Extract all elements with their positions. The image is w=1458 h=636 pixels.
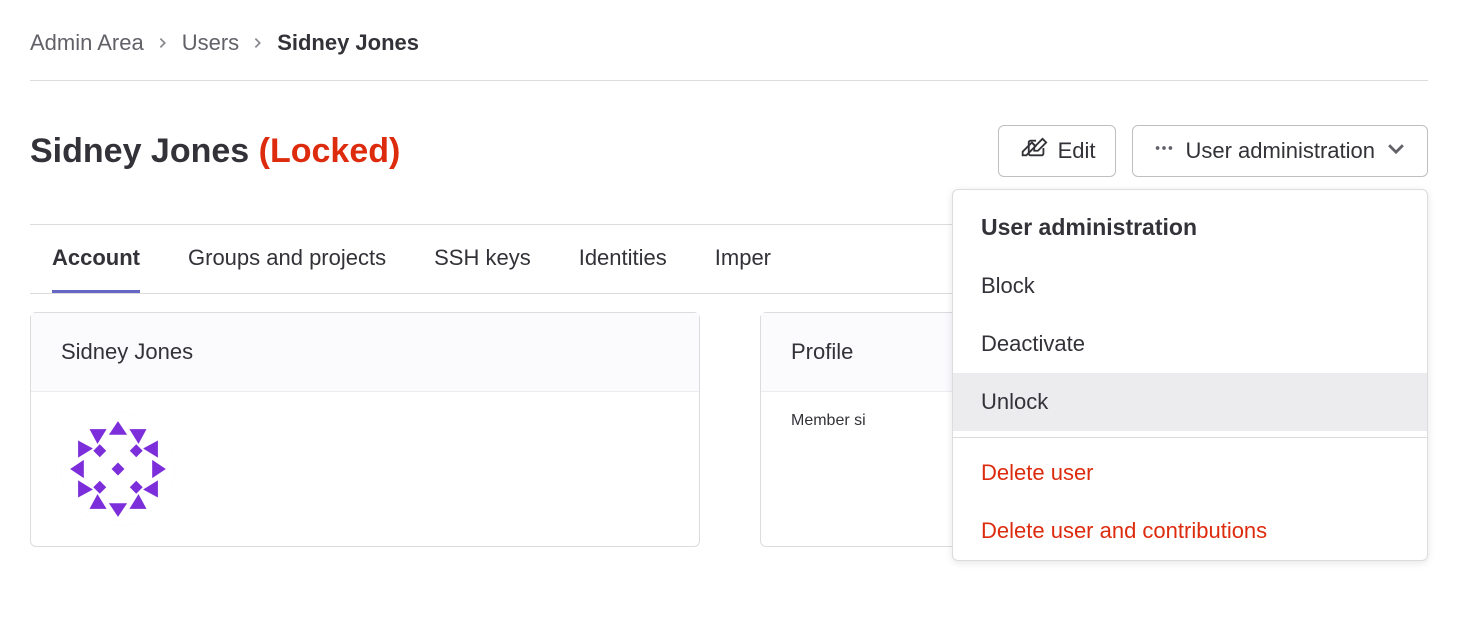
tab-groups-projects[interactable]: Groups and projects [188, 225, 386, 293]
tab-ssh-keys[interactable]: SSH keys [434, 225, 531, 293]
user-name: Sidney Jones [30, 132, 249, 170]
user-card-body [31, 392, 699, 546]
user-administration-button[interactable]: User administration [1132, 125, 1428, 177]
ellipsis-icon [1153, 137, 1175, 165]
breadcrumb-users[interactable]: Users [182, 30, 239, 56]
user-administration-button-label: User administration [1185, 138, 1375, 164]
pencil-icon [1019, 137, 1047, 165]
dropdown-item-unlock[interactable]: Unlock [953, 373, 1427, 431]
edit-button-label: Edit [1058, 138, 1096, 164]
breadcrumb-current: Sidney Jones [277, 30, 419, 56]
dropdown-item-deactivate[interactable]: Deactivate [953, 315, 1427, 373]
user-card-header: Sidney Jones [31, 313, 699, 392]
header-actions: Edit User administration User administra… [998, 125, 1428, 177]
chevron-right-icon [251, 30, 265, 56]
page-title: Sidney Jones (Locked) [30, 132, 400, 171]
avatar [61, 412, 175, 526]
breadcrumb: Admin Area Users Sidney Jones [30, 30, 1428, 80]
user-card: Sidney Jones [30, 312, 700, 547]
dropdown-header: User administration [953, 190, 1427, 257]
locked-badge: (Locked) [259, 132, 401, 170]
breadcrumb-admin-area[interactable]: Admin Area [30, 30, 144, 56]
dropdown-item-block[interactable]: Block [953, 257, 1427, 315]
edit-button[interactable]: Edit [998, 125, 1116, 177]
tab-impersonation[interactable]: Imper [715, 225, 771, 293]
chevron-down-icon [1385, 137, 1407, 165]
dropdown-separator [953, 437, 1427, 438]
user-administration-dropdown: User administration Block Deactivate Unl… [952, 189, 1428, 561]
page-header: Sidney Jones (Locked) Edit User administ… [30, 81, 1428, 224]
dropdown-item-delete-user-contributions[interactable]: Delete user and contributions [953, 502, 1427, 560]
tab-identities[interactable]: Identities [579, 225, 667, 293]
tab-account[interactable]: Account [52, 225, 140, 293]
dropdown-item-delete-user[interactable]: Delete user [953, 444, 1427, 502]
chevron-right-icon [156, 30, 170, 56]
